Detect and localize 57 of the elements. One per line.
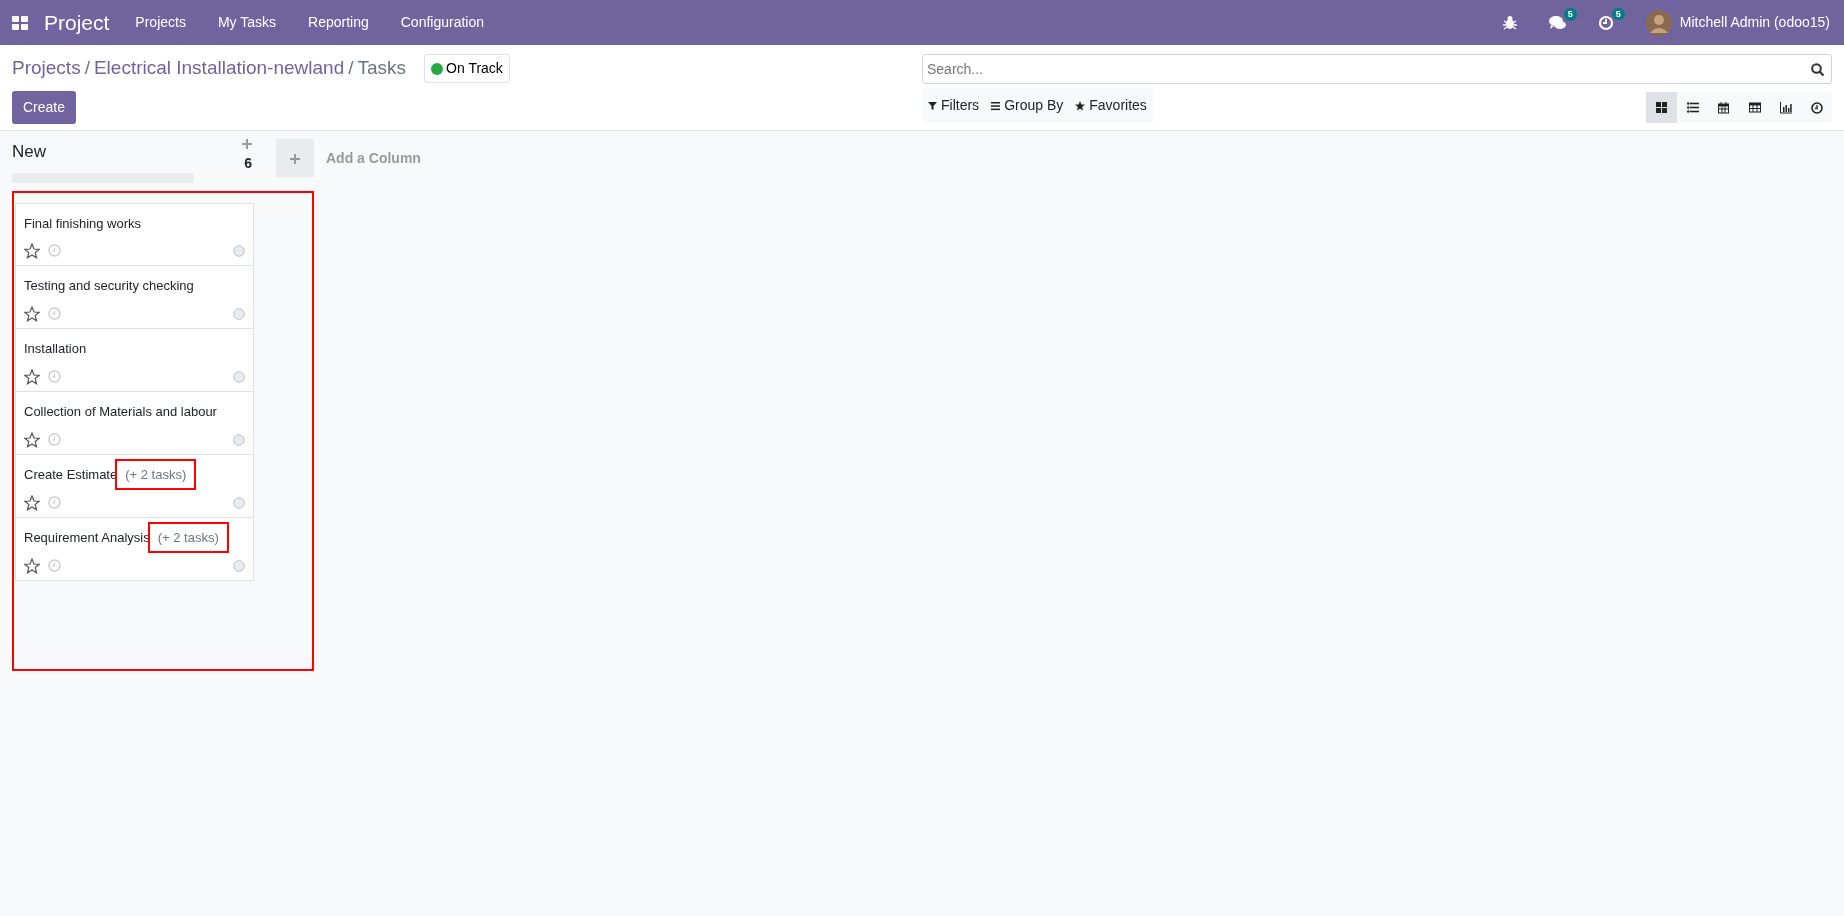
bar-chart-view-icon	[1779, 101, 1792, 114]
search-option-button[interactable]: Favorites	[1069, 88, 1153, 123]
breadcrumb-link[interactable]: Electrical Installation-newland	[93, 54, 345, 83]
kanban-view-icon	[1655, 101, 1668, 114]
plus-icon[interactable]	[242, 139, 252, 149]
star-icon[interactable]	[24, 557, 40, 574]
task-title: Final finishing works	[24, 214, 142, 233]
create-button[interactable]: Create	[12, 91, 77, 124]
subtask-count: (+ 2 tasks)	[115, 458, 197, 490]
task-title: Create Estimate	[24, 465, 118, 484]
task-title: Testing and security checking	[24, 276, 194, 295]
chat-icon[interactable]	[1548, 15, 1566, 30]
calendar-view-icon	[1717, 101, 1730, 114]
status-button[interactable]: On Track	[424, 54, 510, 83]
record-count: 6	[244, 154, 252, 173]
task-title: Requirement Analysis	[24, 528, 150, 547]
task-card[interactable]: Requirement Analysis (+ 2 tasks)	[15, 517, 254, 581]
task-title: Installation	[24, 339, 87, 358]
task-card[interactable]: Final finishing works	[15, 202, 254, 266]
star-icon[interactable]	[24, 368, 40, 385]
menu-item[interactable]: Projects	[135, 12, 186, 33]
clock-view-icon	[1810, 101, 1823, 114]
breadcrumb-separator: /	[348, 56, 354, 81]
app-title[interactable]: Project	[44, 6, 110, 39]
column-title: New	[12, 141, 47, 163]
funnel-icon	[928, 100, 937, 111]
counter-badge: 5	[1563, 8, 1577, 21]
star-icon	[1075, 100, 1086, 111]
task-title: Collection of Materials and labour	[24, 402, 217, 421]
search-option-button[interactable]: Filters	[922, 88, 986, 123]
menu-item[interactable]: Configuration	[400, 12, 484, 33]
task-card[interactable]: Create Estimate (+ 2 tasks)	[15, 454, 254, 518]
task-card[interactable]: Collection of Materials and labour	[15, 391, 254, 455]
plus-icon	[290, 153, 300, 164]
search-option-button[interactable]: Group By	[985, 88, 1070, 123]
user-name[interactable]: Mitchell Admin (odoo15)	[1679, 12, 1830, 33]
table-view-icon	[1748, 101, 1761, 114]
bug-icon[interactable]	[1502, 15, 1517, 30]
view-switch-button[interactable]	[1646, 92, 1677, 123]
subtask-count: (+ 2 tasks)	[147, 521, 229, 553]
menu-item[interactable]: My Tasks	[217, 12, 277, 33]
menu-item[interactable]: Reporting	[308, 12, 369, 33]
task-card[interactable]: Installation	[15, 328, 254, 392]
counter-badge: 5	[1611, 7, 1625, 21]
star-icon[interactable]	[24, 494, 40, 511]
star-icon[interactable]	[24, 242, 40, 259]
breadcrumb-separator: /	[84, 56, 90, 81]
bars-icon	[991, 100, 1001, 111]
search-field[interactable]: Search...	[922, 54, 1832, 84]
star-icon[interactable]	[24, 431, 40, 448]
apps-menu-icon[interactable]	[12, 15, 28, 30]
search-icon[interactable]	[1811, 63, 1824, 76]
breadcrumb-link[interactable]: Projects	[12, 54, 81, 83]
breadcrumb-current: Tasks	[357, 56, 407, 81]
list-view-icon	[1686, 101, 1699, 114]
task-card[interactable]: Testing and security checking	[15, 265, 254, 329]
star-icon[interactable]	[24, 305, 40, 322]
